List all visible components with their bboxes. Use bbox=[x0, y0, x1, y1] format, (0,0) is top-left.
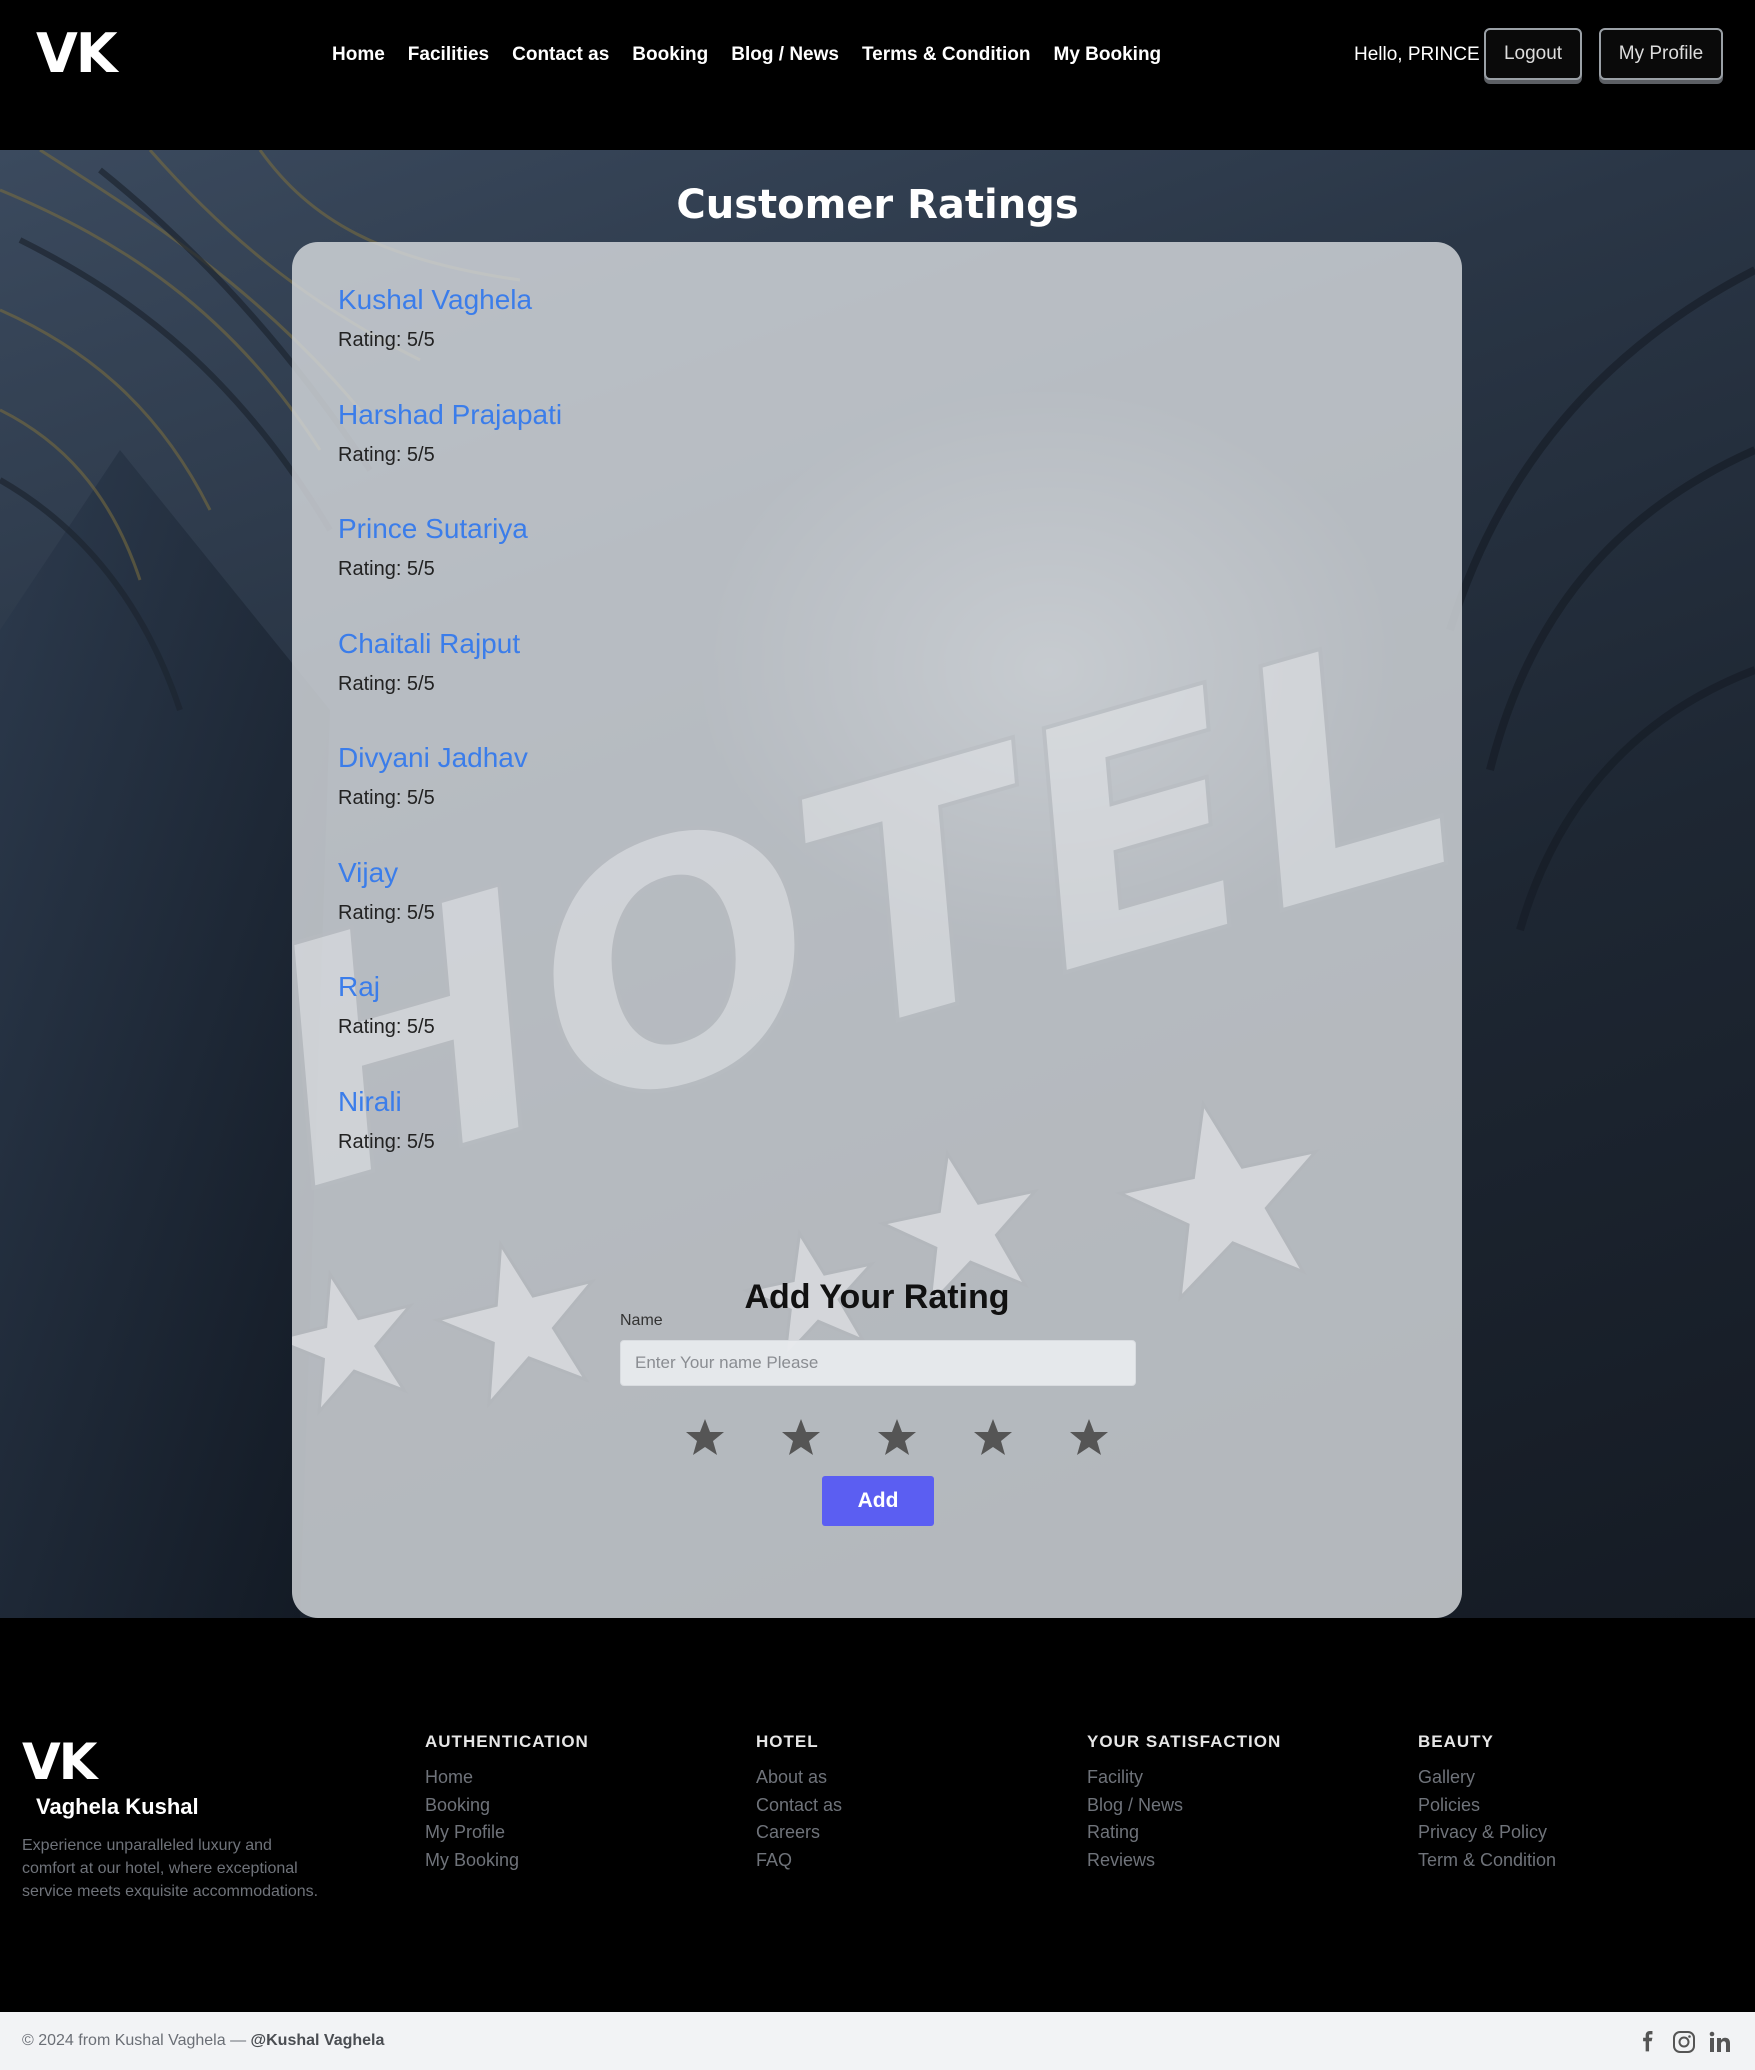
add-rating-title: Add Your Rating bbox=[744, 1278, 1010, 1317]
copyright-text: © 2024 from Kushal Vaghela — bbox=[22, 2032, 247, 2049]
footer-link-home[interactable]: Home bbox=[425, 1764, 589, 1792]
footer-column-title: AUTHENTICATION bbox=[425, 1732, 589, 1751]
star-icon[interactable] bbox=[753, 1417, 849, 1457]
footer-link-my-profile[interactable]: My Profile bbox=[425, 1819, 589, 1847]
footer-link-facility[interactable]: Facility bbox=[1087, 1764, 1281, 1792]
instagram-icon[interactable] bbox=[1672, 2030, 1696, 2054]
name-field-label: Name bbox=[620, 1312, 663, 1329]
rating-item: Raj Rating: 5/5 bbox=[338, 969, 562, 1084]
bottom-bar: © 2024 from Kushal Vaghela — @Kushal Vag… bbox=[0, 2012, 1755, 2070]
rating-customer-name: Vijay bbox=[338, 856, 399, 888]
rating-score: Rating: 5/5 bbox=[338, 672, 435, 695]
footer-link-rating[interactable]: Rating bbox=[1087, 1819, 1281, 1847]
footer-description: Experience unparalleled luxury and comfo… bbox=[22, 1837, 319, 1900]
nav-link-booking[interactable]: Booking bbox=[632, 40, 708, 70]
rating-score: Rating: 5/5 bbox=[338, 329, 435, 351]
ratings-list: Kushal Vaghela Rating: 5/5 Harshad Praja… bbox=[338, 282, 562, 1198]
rating-score: Rating: 5/5 bbox=[338, 901, 435, 924]
rating-item: Kushal Vaghela Rating: 5/5 bbox=[338, 282, 562, 397]
rating-customer-name: Nirali bbox=[338, 1085, 402, 1117]
nav-links: Home Facilities Contact as Booking Blog … bbox=[332, 40, 1184, 70]
footer-link-policies[interactable]: Policies bbox=[1418, 1792, 1556, 1820]
rating-customer-name: Raj bbox=[338, 971, 381, 1002]
footer-link-about[interactable]: About as bbox=[756, 1764, 842, 1792]
user-greeting: Hello, PRINCE bbox=[1354, 44, 1480, 65]
footer-brand-logo: VK bbox=[22, 1733, 97, 1791]
rating-item: Vijay Rating: 5/5 bbox=[338, 855, 562, 970]
navbar: VK Home Facilities Contact as Booking Bl… bbox=[0, 0, 1755, 150]
rating-customer-name: Divyani Jadhav bbox=[338, 742, 528, 773]
rating-item: Harshad Prajapati Rating: 5/5 bbox=[338, 397, 562, 512]
footer-brand-name: Vaghela Kushal bbox=[36, 1794, 199, 1819]
footer-column-title: BEAUTY bbox=[1418, 1732, 1494, 1751]
rating-customer-name: Prince Sutariya bbox=[338, 513, 528, 544]
rating-score: Rating: 5/5 bbox=[338, 1130, 435, 1153]
rating-customer-name: Chaitali Rajput bbox=[338, 627, 521, 659]
name-input[interactable] bbox=[620, 1340, 1136, 1386]
footer-column-satisfaction: YOUR SATISFACTION Facility Blog / News R… bbox=[1087, 1730, 1281, 1874]
copyright-handle-link[interactable]: @Kushal Vaghela bbox=[251, 2032, 385, 2049]
nav-link-my-booking[interactable]: My Booking bbox=[1054, 40, 1162, 70]
linkedin-icon[interactable] bbox=[1708, 2030, 1732, 2054]
nav-link-home[interactable]: Home bbox=[332, 40, 385, 70]
footer-link-my-booking[interactable]: My Booking bbox=[425, 1847, 589, 1875]
footer: VK Vaghela Kushal Experience unparallele… bbox=[0, 1618, 1755, 2012]
rating-item: Divyani Jadhav Rating: 5/5 bbox=[338, 740, 562, 855]
nav-link-blog-news[interactable]: Blog / News bbox=[731, 40, 839, 70]
add-rating-button[interactable]: Add bbox=[822, 1476, 934, 1526]
footer-link-booking[interactable]: Booking bbox=[425, 1792, 589, 1820]
footer-column-authentication: AUTHENTICATION Home Booking My Profile M… bbox=[425, 1730, 589, 1874]
rating-score: Rating: 5/5 bbox=[338, 1016, 435, 1038]
nav-link-facilities[interactable]: Facilities bbox=[408, 40, 489, 70]
my-profile-button[interactable]: My Profile bbox=[1599, 28, 1723, 80]
footer-link-term-condition[interactable]: Term & Condition bbox=[1418, 1847, 1556, 1875]
rating-score: Rating: 5/5 bbox=[338, 443, 435, 466]
rating-score: Rating: 5/5 bbox=[338, 787, 435, 809]
footer-link-gallery[interactable]: Gallery bbox=[1418, 1764, 1556, 1792]
footer-column-title: HOTEL bbox=[756, 1732, 819, 1751]
star-icon[interactable] bbox=[657, 1417, 753, 1457]
star-icon[interactable] bbox=[1041, 1417, 1137, 1457]
ratings-card: HOTEL Kushal Vaghela Rating: 5/5 Harshad… bbox=[292, 242, 1462, 1618]
footer-link-blog-news[interactable]: Blog / News bbox=[1087, 1792, 1281, 1820]
facebook-icon[interactable] bbox=[1636, 2030, 1660, 2054]
nav-link-contact[interactable]: Contact as bbox=[512, 40, 609, 70]
footer-link-privacy-policy[interactable]: Privacy & Policy bbox=[1418, 1819, 1556, 1847]
star-icon[interactable] bbox=[849, 1417, 945, 1457]
footer-column-beauty: BEAUTY Gallery Policies Privacy & Policy… bbox=[1418, 1730, 1556, 1874]
star-rating-selector bbox=[657, 1417, 1137, 1457]
footer-link-contact[interactable]: Contact as bbox=[756, 1792, 842, 1820]
logout-button[interactable]: Logout bbox=[1484, 28, 1582, 80]
nav-link-terms[interactable]: Terms & Condition bbox=[862, 40, 1031, 70]
footer-link-careers[interactable]: Careers bbox=[756, 1819, 842, 1847]
footer-link-faq[interactable]: FAQ bbox=[756, 1847, 842, 1875]
page-title: Customer Ratings bbox=[676, 181, 1079, 228]
rating-customer-name: Harshad Prajapati bbox=[338, 398, 563, 430]
rating-item: Nirali Rating: 5/5 bbox=[338, 1084, 562, 1199]
rating-customer-name: Kushal Vaghela bbox=[338, 284, 533, 315]
star-icon[interactable] bbox=[945, 1417, 1041, 1457]
brand-logo[interactable]: VK bbox=[36, 22, 118, 85]
hero-section: Customer Ratings HOTEL Kushal Vaghela Ra… bbox=[0, 150, 1755, 1618]
footer-column-title: YOUR SATISFACTION bbox=[1087, 1732, 1282, 1751]
footer-column-hotel: HOTEL About as Contact as Careers FAQ bbox=[756, 1730, 842, 1874]
copyright: © 2024 from Kushal Vaghela — @Kushal Vag… bbox=[22, 2032, 384, 2050]
rating-score: Rating: 5/5 bbox=[338, 558, 435, 580]
footer-link-reviews[interactable]: Reviews bbox=[1087, 1847, 1281, 1875]
rating-item: Chaitali Rajput Rating: 5/5 bbox=[338, 626, 562, 741]
rating-item: Prince Sutariya Rating: 5/5 bbox=[338, 511, 562, 626]
